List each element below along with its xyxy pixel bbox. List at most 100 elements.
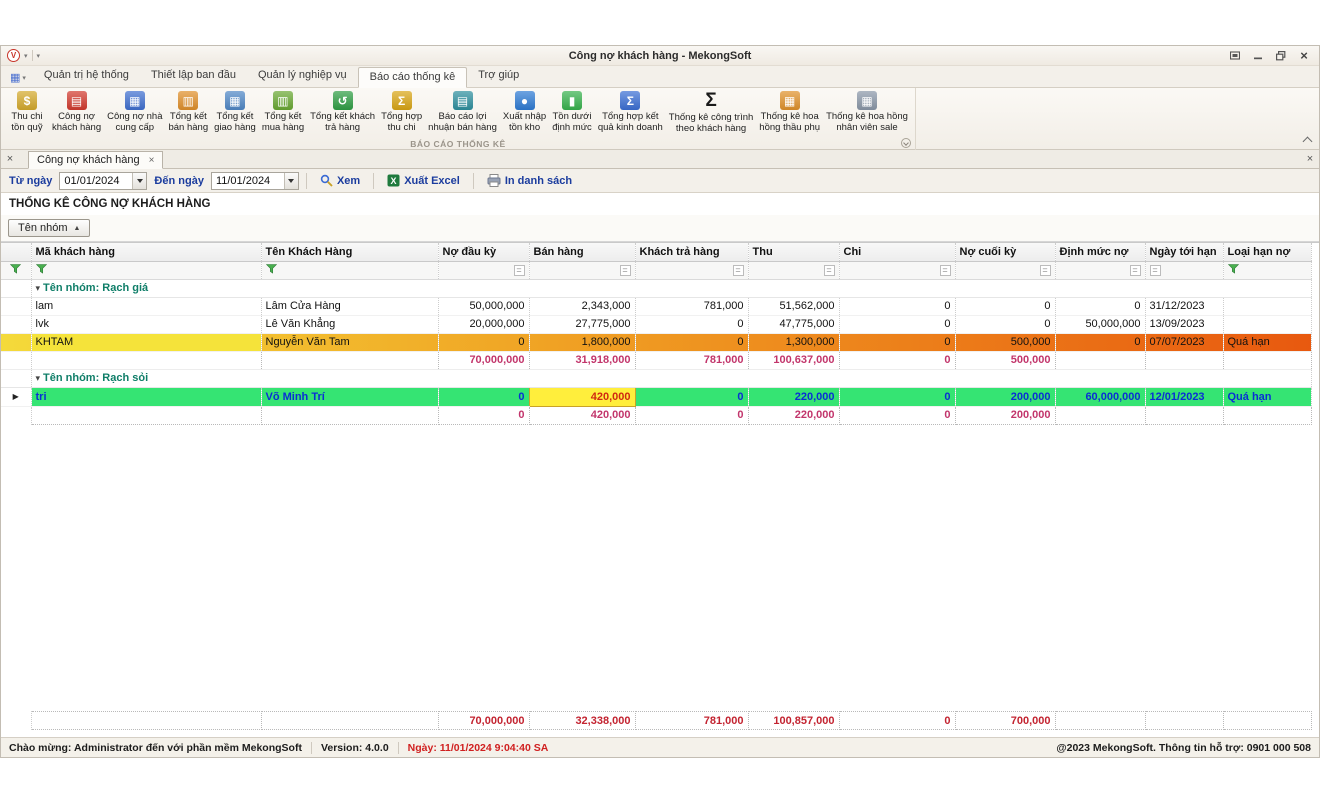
ribbon-button-xuat-nhap-ton-kho[interactable]: ● Xuất nhập tồn kho bbox=[500, 89, 549, 135]
ribbon-tab-5[interactable]: Trợ giúp bbox=[467, 66, 530, 87]
view-button[interactable]: Xem bbox=[314, 172, 366, 189]
column-header-loai_han_no[interactable]: Loại hạn nợ bbox=[1223, 243, 1312, 262]
ribbon-tab-1[interactable]: Quản trị hệ thống bbox=[33, 66, 140, 87]
ribbon-button-ton-duoi-dinh-muc[interactable]: ▮ Tồn dưới định mức bbox=[549, 89, 595, 135]
cell-no_cuoi_ky[interactable]: 0 bbox=[955, 315, 1056, 334]
cell-dinh_muc_no[interactable]: 60,000,000 bbox=[1055, 387, 1146, 407]
ribbon-button-tong-ket-ban-hang[interactable]: ▥ Tổng kết bán hàng bbox=[165, 89, 211, 135]
appearance-icon[interactable] bbox=[1228, 49, 1242, 63]
minimize-icon[interactable] bbox=[1251, 49, 1265, 63]
group-by-chip[interactable]: Tên nhóm ▲ bbox=[8, 219, 91, 237]
restore-icon[interactable] bbox=[1274, 49, 1288, 63]
ribbon-tab-2[interactable]: Thiết lập ban đầu bbox=[140, 66, 247, 87]
from-date-input[interactable]: 01/01/2024 bbox=[59, 171, 148, 190]
cell-thu[interactable]: 47,775,000 bbox=[748, 315, 840, 334]
cell-no_dau_ky[interactable]: 20,000,000 bbox=[438, 315, 530, 334]
cell-ban_hang[interactable]: 420,000 bbox=[528, 386, 636, 407]
ribbon-button-thong-ke-hoa-hong-nhan-vien-sale[interactable]: ▦ Thống kê hoa hồng nhân viên sale bbox=[823, 89, 911, 135]
column-header-khach_tra_hang[interactable]: Khách trả hàng bbox=[635, 243, 749, 262]
cell-khach_tra_hang[interactable]: 0 bbox=[635, 333, 749, 352]
ribbon-button-tong-ket-mua-hang[interactable]: ▥ Tổng kết mua hàng bbox=[259, 89, 307, 135]
ribbon-collapse-icon[interactable] bbox=[1302, 136, 1313, 147]
cell-name[interactable]: Lâm Cửa Hàng bbox=[261, 297, 439, 316]
cell-dinh_muc_no[interactable]: 0 bbox=[1055, 297, 1146, 316]
column-header-ngay_toi_han[interactable]: Ngày tới hạn bbox=[1145, 243, 1224, 262]
close-all-tabs-icon[interactable]: × bbox=[1, 150, 19, 168]
cell-no_dau_ky[interactable]: 0 bbox=[438, 333, 530, 352]
grid-row-KHTAM[interactable]: KHTAM Nguyễn Văn Tam 0 1,800,000 0 1,300,000 0… bbox=[1, 333, 1312, 352]
column-header-thu[interactable]: Thu bbox=[748, 243, 840, 262]
ribbon-tab-4[interactable]: Báo cáo thống kê bbox=[357, 67, 468, 88]
filter-cell-khach_tra_hang[interactable]: = bbox=[635, 261, 749, 280]
group-row-1[interactable]: ▾ Tên nhóm: Rạch giá bbox=[31, 278, 1312, 298]
cell-name[interactable]: Nguyễn Văn Tam bbox=[261, 333, 439, 352]
tab-close-icon[interactable]: × bbox=[149, 155, 155, 166]
cell-ban_hang[interactable]: 27,775,000 bbox=[529, 315, 636, 334]
close-icon[interactable]: × bbox=[1297, 48, 1311, 63]
cell-ban_hang[interactable]: 2,343,000 bbox=[529, 297, 636, 316]
column-header-chi[interactable]: Chi bbox=[839, 243, 956, 262]
cell-name[interactable]: Lê Văn Khẳng bbox=[261, 315, 439, 334]
ribbon-button-thong-ke-hoa-hong-thau-phu[interactable]: ▦ Thống kê hoa hồng thầu phụ bbox=[756, 89, 823, 135]
filter-cell-no_dau_ky[interactable]: = bbox=[438, 261, 530, 280]
close-tab-icon[interactable]: × bbox=[1301, 150, 1319, 168]
to-date-dropdown-icon[interactable] bbox=[283, 172, 298, 189]
collapse-icon[interactable]: ▾ bbox=[36, 373, 41, 383]
cell-loai_han_no[interactable] bbox=[1223, 297, 1312, 316]
grid-row-lam[interactable]: lam Lâm Cửa Hàng 50,000,000 2,343,000 781,00… bbox=[1, 297, 1312, 316]
grid-row-tri[interactable]: ▶ tri Võ Minh Trí 0 420,000 0 220,000 0 200,000 6… bbox=[1, 386, 1312, 407]
cell-chi[interactable]: 0 bbox=[839, 333, 956, 352]
cell-loai_han_no[interactable] bbox=[1223, 315, 1312, 334]
collapse-icon[interactable]: ▾ bbox=[36, 283, 41, 293]
export-excel-button[interactable]: X Xuất Excel bbox=[381, 172, 466, 189]
filter-cell-code[interactable] bbox=[31, 261, 262, 280]
cell-thu[interactable]: 220,000 bbox=[748, 387, 840, 407]
cell-dinh_muc_no[interactable]: 50,000,000 bbox=[1055, 315, 1146, 334]
filter-cell-dinh_muc_no[interactable]: = bbox=[1055, 261, 1146, 280]
filter-cell-ngay_toi_han[interactable]: = bbox=[1145, 261, 1224, 280]
cell-thu[interactable]: 51,562,000 bbox=[748, 297, 840, 316]
group-row-2[interactable]: ▾ Tên nhóm: Rạch sỏi bbox=[31, 368, 1312, 388]
cell-chi[interactable]: 0 bbox=[839, 297, 956, 316]
ribbon-button-cong-no-nha-cung-cap[interactable]: ▦ Công nợ nhà cung cấp bbox=[104, 89, 165, 135]
ribbon-button-tong-hop-thu-chi[interactable]: Σ Tổng hợp thu chi bbox=[378, 89, 425, 135]
cell-khach_tra_hang[interactable]: 0 bbox=[635, 315, 749, 334]
ribbon-button-tong-hop-ket-qua-kinh-doanh[interactable]: Σ Tổng hợp kết quả kinh doanh bbox=[595, 89, 666, 135]
cell-khach_tra_hang[interactable]: 781,000 bbox=[635, 297, 749, 316]
quick-access-dropdown-icon[interactable]: ▾ bbox=[24, 52, 28, 60]
app-menu-icon[interactable]: ▦ ▾ bbox=[5, 71, 33, 87]
group-launcher-icon[interactable] bbox=[900, 138, 911, 148]
cell-chi[interactable]: 0 bbox=[839, 387, 956, 407]
cell-thu[interactable]: 1,300,000 bbox=[748, 333, 840, 352]
cell-no_dau_ky[interactable]: 50,000,000 bbox=[438, 297, 530, 316]
column-header-no_dau_ky[interactable]: Nợ đầu kỳ bbox=[438, 243, 530, 262]
cell-no_dau_ky[interactable]: 0 bbox=[438, 387, 530, 407]
cell-khach_tra_hang[interactable]: 0 bbox=[635, 387, 749, 407]
cell-loai_han_no[interactable]: Quá hạn bbox=[1223, 387, 1312, 407]
column-header-name[interactable]: Tên Khách Hàng bbox=[261, 243, 439, 262]
filter-cell-no_cuoi_ky[interactable]: = bbox=[955, 261, 1056, 280]
column-header-no_cuoi_ky[interactable]: Nợ cuối kỳ bbox=[955, 243, 1056, 262]
column-header-code[interactable]: Mã khách hàng bbox=[31, 243, 262, 262]
cell-no_cuoi_ky[interactable]: 0 bbox=[955, 297, 1056, 316]
column-header-dinh_muc_no[interactable]: Định mức nợ bbox=[1055, 243, 1146, 262]
ribbon-button-thong-ke-cong-trinh-theo-khach-hang[interactable]: Σ Thống kê công trình theo khách hàng bbox=[666, 89, 757, 135]
cell-no_cuoi_ky[interactable]: 500,000 bbox=[955, 333, 1056, 352]
cell-code[interactable]: KHTAM bbox=[31, 333, 262, 352]
cell-no_cuoi_ky[interactable]: 200,000 bbox=[955, 387, 1056, 407]
ribbon-button-tong-ket-khach-tra-hang[interactable]: ↺ Tổng kết khách trả hàng bbox=[307, 89, 378, 135]
to-date-input[interactable]: 11/01/2024 bbox=[210, 171, 299, 190]
filter-indicator-cell[interactable] bbox=[1, 261, 32, 280]
filter-cell-name[interactable] bbox=[261, 261, 439, 280]
filter-cell-thu[interactable]: = bbox=[748, 261, 840, 280]
ribbon-tab-3[interactable]: Quản lý nghiệp vụ bbox=[247, 66, 358, 87]
cell-ngay_toi_han[interactable]: 13/09/2023 bbox=[1145, 315, 1224, 334]
cell-ngay_toi_han[interactable]: 31/12/2023 bbox=[1145, 297, 1224, 316]
cell-dinh_muc_no[interactable]: 0 bbox=[1055, 333, 1146, 352]
ribbon-button-tong-ket-giao-hang[interactable]: ▦ Tổng kết giao hàng bbox=[211, 89, 259, 135]
from-date-dropdown-icon[interactable] bbox=[132, 172, 147, 189]
quick-access-customize-icon[interactable]: ▾ bbox=[37, 52, 41, 60]
print-list-button[interactable]: In danh sách bbox=[481, 172, 578, 189]
cell-ban_hang[interactable]: 1,800,000 bbox=[529, 333, 636, 352]
cell-ngay_toi_han[interactable]: 07/07/2023 bbox=[1145, 333, 1224, 352]
